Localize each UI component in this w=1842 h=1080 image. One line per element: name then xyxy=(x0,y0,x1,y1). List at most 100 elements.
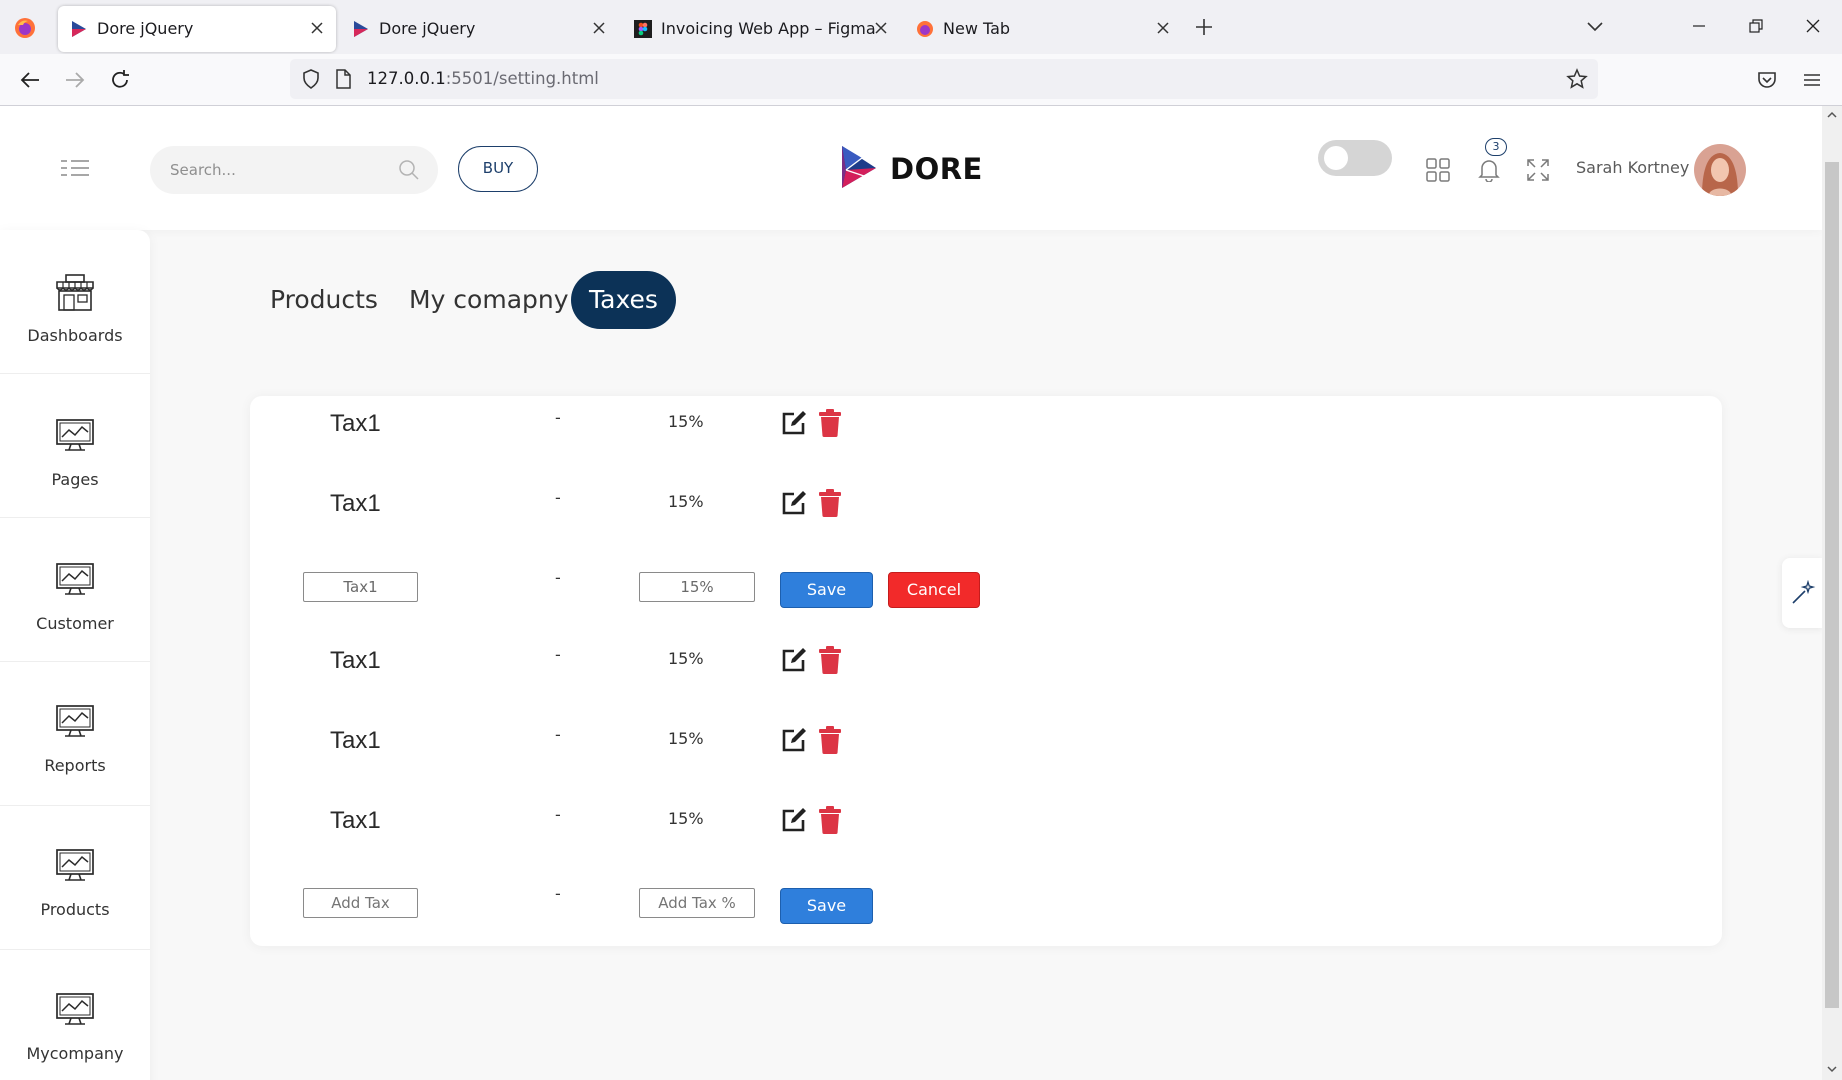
add-tax-save-button[interactable]: Save xyxy=(780,888,873,924)
reload-icon[interactable] xyxy=(109,69,131,91)
edit-icon[interactable] xyxy=(780,646,808,674)
buy-button[interactable]: BUY xyxy=(458,146,538,192)
sidebar-item-label: Reports xyxy=(44,756,106,775)
fullscreen-icon[interactable] xyxy=(1525,157,1551,183)
sidebar-item-pages[interactable]: Pages xyxy=(0,374,150,518)
separator: - xyxy=(555,645,561,664)
tab-title: Invoicing Web App – Figma xyxy=(661,19,876,38)
theme-customizer-button[interactable] xyxy=(1782,558,1822,628)
page-icon[interactable] xyxy=(334,69,352,89)
browser-tab-4[interactable]: New Tab xyxy=(904,6,1182,52)
avatar[interactable] xyxy=(1694,144,1746,196)
add-tax-percent-input[interactable] xyxy=(639,888,755,918)
dore-logo-icon xyxy=(842,146,876,188)
sidebar-item-label: Pages xyxy=(51,470,99,489)
back-arrow-icon[interactable] xyxy=(19,69,41,91)
tax-name: Tax1 xyxy=(330,490,381,517)
close-window-icon[interactable] xyxy=(1805,18,1821,34)
toggle-knob xyxy=(1324,146,1348,170)
app-page: Search... BUY DORE 3 Sarah Kortney Dashb… xyxy=(0,106,1822,1080)
tax-row: Tax1 - 15% xyxy=(250,396,1722,456)
tax-name: Tax1 xyxy=(330,727,381,754)
sidebar-item-customer[interactable]: Customer xyxy=(0,518,150,662)
close-tab-icon[interactable] xyxy=(874,21,888,35)
tax-name: Tax1 xyxy=(330,807,381,834)
search-icon[interactable] xyxy=(398,159,420,181)
scroll-down-icon[interactable] xyxy=(1827,1064,1837,1074)
edit-icon[interactable] xyxy=(780,409,808,437)
tax-name: Tax1 xyxy=(330,410,381,437)
user-name[interactable]: Sarah Kortney xyxy=(1576,158,1689,177)
close-tab-icon[interactable] xyxy=(592,21,606,35)
browser-tab-2[interactable]: Dore jQuery xyxy=(340,6,618,52)
tab-title: Dore jQuery xyxy=(379,19,476,38)
tax-row: Tax1 - 15% xyxy=(250,476,1722,536)
brand-logo[interactable]: DORE xyxy=(840,144,983,194)
shop-icon xyxy=(56,274,94,311)
minimize-icon[interactable] xyxy=(1691,18,1707,34)
save-button[interactable]: Save xyxy=(780,572,873,608)
app-header: Search... BUY DORE 3 Sarah Kortney xyxy=(0,106,1822,230)
sidebar-item-mycompany[interactable]: Mycompany xyxy=(0,950,150,1080)
add-tax-row: - Save xyxy=(250,872,1722,932)
trash-icon[interactable] xyxy=(818,805,842,835)
restore-icon[interactable] xyxy=(1748,18,1764,34)
monitor-chart-icon xyxy=(56,705,94,737)
page-scrollbar[interactable] xyxy=(1822,106,1842,1080)
tax-row: Tax1 - 15% xyxy=(250,633,1722,693)
monitor-chart-icon xyxy=(56,993,94,1025)
separator: - xyxy=(555,884,561,903)
edit-icon[interactable] xyxy=(780,726,808,754)
dore-favicon-icon xyxy=(354,21,368,37)
trash-icon[interactable] xyxy=(818,408,842,438)
tab-my-company[interactable]: My comapny xyxy=(409,271,569,329)
menu-toggle-icon[interactable] xyxy=(60,159,90,177)
sidebar: Dashboards Pages Customer Reports Produc… xyxy=(0,230,150,1080)
tax-percent: 15% xyxy=(668,492,704,511)
new-tab-icon[interactable] xyxy=(1195,18,1213,36)
browser-tab-3[interactable]: Invoicing Web App – Figma xyxy=(622,6,900,52)
add-tax-name-input[interactable] xyxy=(303,888,418,918)
trash-icon[interactable] xyxy=(818,645,842,675)
sidebar-item-label: Customer xyxy=(36,614,114,633)
search-box[interactable]: Search... xyxy=(150,146,438,194)
edit-icon[interactable] xyxy=(780,806,808,834)
separator: - xyxy=(555,568,561,587)
trash-icon[interactable] xyxy=(818,488,842,518)
close-tab-icon[interactable] xyxy=(310,21,324,35)
cancel-button[interactable]: Cancel xyxy=(888,572,980,608)
forward-arrow-icon[interactable] xyxy=(64,69,86,91)
sidebar-item-reports[interactable]: Reports xyxy=(0,662,150,806)
bell-icon[interactable] xyxy=(1476,156,1502,182)
address-bar[interactable]: 127.0.0.1:5501/setting.html xyxy=(290,59,1598,99)
bookmark-star-icon[interactable] xyxy=(1566,68,1588,90)
tax-name-input[interactable] xyxy=(303,572,418,602)
sidebar-item-dashboards[interactable]: Dashboards xyxy=(0,230,150,374)
tab-products[interactable]: Products xyxy=(270,271,378,329)
separator: - xyxy=(555,805,561,824)
search-input[interactable]: Search... xyxy=(170,161,236,179)
browser-tab-bar: Dore jQuery Dore jQuery Invoicing Web Ap… xyxy=(0,0,1842,54)
tax-row-editing: - Save Cancel xyxy=(250,556,1722,616)
pocket-icon[interactable] xyxy=(1756,69,1778,91)
separator: - xyxy=(555,725,561,744)
sidebar-item-products[interactable]: Products xyxy=(0,806,150,950)
notification-badge: 3 xyxy=(1485,138,1507,156)
scroll-up-icon[interactable] xyxy=(1827,110,1837,120)
tax-percent-input[interactable] xyxy=(639,572,755,602)
edit-icon[interactable] xyxy=(780,489,808,517)
hamburger-menu-icon[interactable] xyxy=(1801,69,1823,91)
scrollbar-thumb[interactable] xyxy=(1825,162,1839,1008)
firefox-icon[interactable] xyxy=(14,17,36,39)
tab-taxes[interactable]: Taxes xyxy=(571,271,676,329)
list-tabs-chevron-icon[interactable] xyxy=(1587,20,1603,32)
shield-icon[interactable] xyxy=(301,69,321,89)
theme-toggle[interactable] xyxy=(1318,140,1392,176)
trash-icon[interactable] xyxy=(818,725,842,755)
firefox-favicon-icon xyxy=(917,21,933,37)
close-tab-icon[interactable] xyxy=(1156,21,1170,35)
brand-name: DORE xyxy=(890,152,983,186)
url-text[interactable]: 127.0.0.1:5501/setting.html xyxy=(367,69,599,88)
apps-grid-icon[interactable] xyxy=(1425,157,1451,183)
browser-tab-1[interactable]: Dore jQuery xyxy=(58,6,336,52)
